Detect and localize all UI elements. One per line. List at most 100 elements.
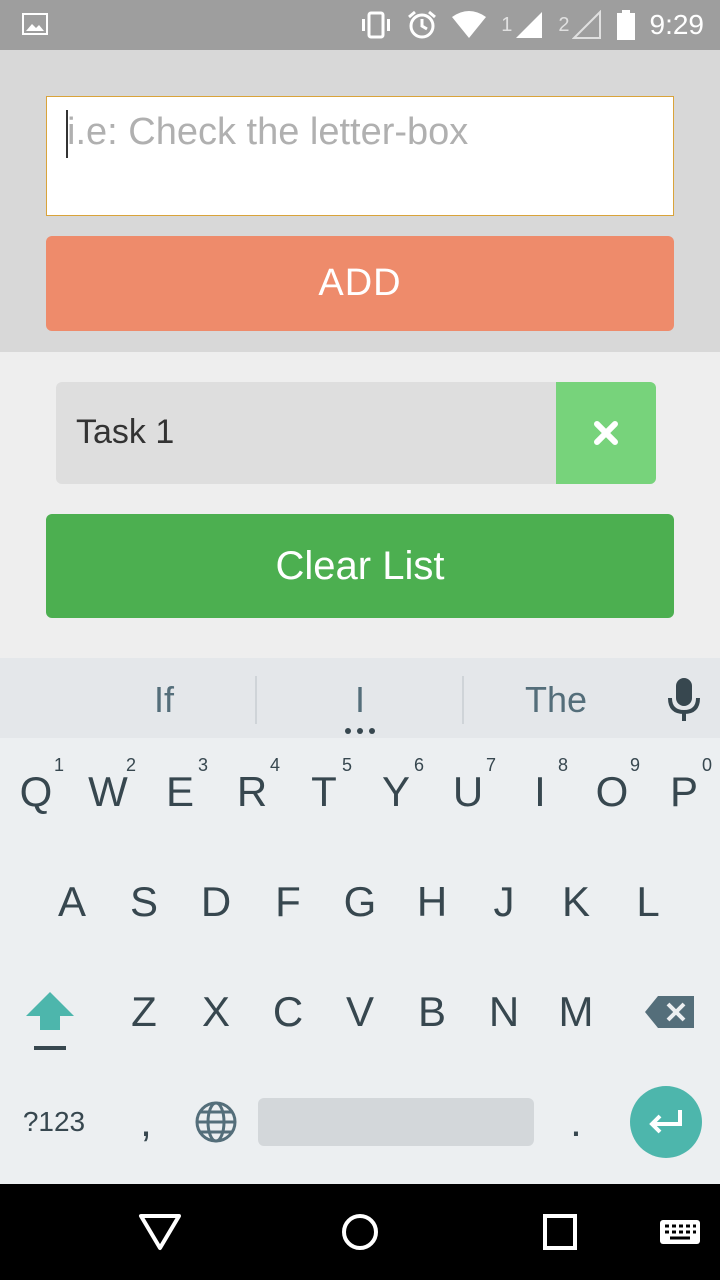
key-label: L (636, 878, 660, 925)
key-label: . (570, 1098, 582, 1145)
key-label: F (275, 878, 301, 925)
key-label: E (165, 768, 194, 815)
clock: 9:29 (649, 9, 705, 40)
key-f[interactable]: F (252, 852, 324, 952)
key-hint: 2 (125, 755, 136, 775)
key-j[interactable]: J (468, 852, 540, 952)
suggestion-2[interactable]: I (260, 658, 460, 738)
key-label: D (200, 878, 232, 925)
key-n[interactable]: N (468, 962, 540, 1062)
key-label: , (140, 1098, 152, 1145)
backspace-icon[interactable] (644, 994, 696, 1030)
key-h[interactable]: H (396, 852, 468, 952)
more-suggestions-icon (345, 728, 375, 734)
key-label: N (488, 988, 520, 1035)
task-input[interactable] (46, 96, 674, 216)
key-e[interactable]: E3 (144, 742, 216, 842)
comma-key[interactable]: , (110, 1072, 182, 1172)
sim1-label: 1 (501, 13, 513, 36)
enter-button[interactable] (630, 1086, 702, 1158)
key-o[interactable]: O9 (576, 742, 648, 842)
suggestion-3[interactable]: The (456, 658, 656, 738)
key-d[interactable]: D (180, 852, 252, 952)
text-cursor (66, 110, 68, 158)
key-label: P (669, 768, 698, 815)
status-icons: 1 2 9:29 (359, 0, 704, 50)
key-b[interactable]: B (396, 962, 468, 1062)
key-s[interactable]: S (108, 852, 180, 952)
screen: 1 2 9:29 ADD Task 1 (0, 0, 720, 1280)
key-v[interactable]: V (324, 962, 396, 1062)
sim2-label: 2 (558, 13, 570, 36)
key-label: G (343, 878, 377, 925)
shift-icon[interactable] (24, 988, 76, 1058)
key-label: ?123 (22, 1106, 86, 1137)
status-bar: 1 2 9:29 (0, 0, 720, 50)
key-label: R (236, 768, 268, 815)
key-c[interactable]: C (252, 962, 324, 1062)
key-hint: 3 (197, 755, 208, 775)
key-q[interactable]: Q1 (0, 742, 72, 842)
key-label: O (595, 768, 629, 815)
key-hint: 1 (53, 755, 64, 775)
key-label: V (345, 988, 374, 1035)
key-hint: 8 (557, 755, 568, 775)
task-item[interactable]: Task 1 (56, 382, 656, 484)
keyboard-switch-icon[interactable] (658, 1212, 702, 1252)
recents-icon[interactable] (538, 1212, 582, 1252)
key-i[interactable]: I8 (504, 742, 576, 842)
key-hint: 0 (701, 755, 712, 775)
key-label: K (561, 878, 590, 925)
suggestion-strip: If I The (0, 658, 720, 738)
battery-icon (616, 10, 635, 40)
key-r[interactable]: R4 (216, 742, 288, 842)
key-u[interactable]: U7 (432, 742, 504, 842)
key-label: T (311, 768, 337, 815)
key-label: A (57, 878, 86, 925)
key-hint: 7 (485, 755, 496, 775)
key-hint: 9 (629, 755, 640, 775)
key-label: Y (381, 768, 410, 815)
task-label: Task 1 (76, 413, 175, 451)
key-label: M (558, 988, 594, 1035)
symbols-key[interactable]: ?123 (14, 1072, 94, 1172)
key-l[interactable]: L (612, 852, 684, 952)
spacebar[interactable] (258, 1098, 534, 1146)
vibrate-icon (362, 11, 391, 39)
key-m[interactable]: M (540, 962, 612, 1062)
key-hint: 6 (413, 755, 424, 775)
signal-icon (516, 12, 543, 38)
key-g[interactable]: G (324, 852, 396, 952)
key-k[interactable]: K (540, 852, 612, 952)
microphone-icon[interactable] (664, 676, 704, 722)
period-key[interactable]: . (540, 1072, 612, 1172)
delete-task-button[interactable] (556, 382, 656, 484)
home-icon[interactable] (338, 1212, 382, 1252)
key-t[interactable]: T5 (288, 742, 360, 842)
suggestion-divider (255, 676, 257, 724)
key-p[interactable]: P0 (648, 742, 720, 842)
navigation-bar (0, 1184, 720, 1280)
key-label: I (534, 768, 546, 815)
globe-icon[interactable] (194, 1100, 238, 1144)
add-button-label: ADD (318, 262, 402, 304)
suggestion-1[interactable]: If (64, 658, 264, 738)
key-hint: 4 (269, 755, 280, 775)
key-label: J (493, 878, 515, 925)
key-z[interactable]: Z (108, 962, 180, 1062)
key-a[interactable]: A (36, 852, 108, 952)
close-icon (594, 421, 618, 445)
task-list: Task 1 Clear List (0, 352, 720, 658)
back-icon[interactable] (138, 1212, 182, 1252)
key-label: W (88, 768, 128, 815)
key-w[interactable]: W2 (72, 742, 144, 842)
enter-icon (649, 1110, 682, 1134)
key-x[interactable]: X (180, 962, 252, 1062)
wifi-icon (452, 11, 487, 38)
task-input-panel: ADD (0, 50, 720, 352)
clear-list-button[interactable]: Clear List (46, 514, 674, 618)
key-label: H (416, 878, 448, 925)
key-y[interactable]: Y6 (360, 742, 432, 842)
key-label: Q (19, 768, 53, 815)
add-button[interactable]: ADD (46, 236, 674, 331)
